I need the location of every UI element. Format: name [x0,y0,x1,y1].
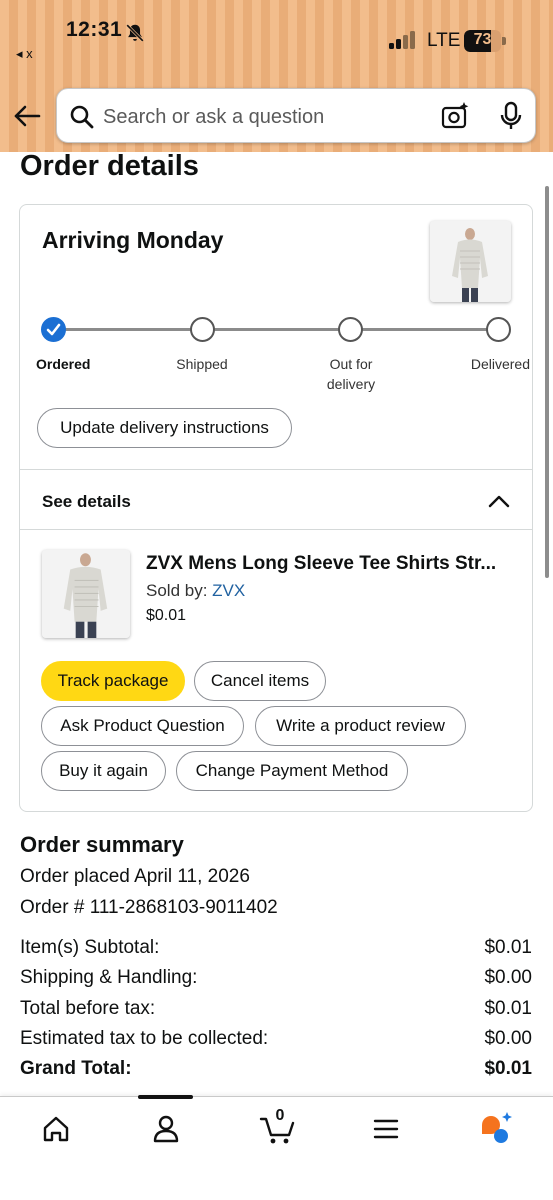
scrollbar[interactable] [545,186,549,578]
back-arrow-icon[interactable] [12,101,42,131]
step-shipped-dot [190,317,215,342]
grand-total-label: Grand Total: [20,1058,132,1079]
shirt-image [430,221,511,302]
total-before-tax-label: Total before tax: [20,998,156,1019]
item-thumbnail[interactable] [42,550,130,638]
estimated-tax-label: Estimated tax to be collected: [20,1028,269,1049]
delivery-progress: Ordered Shipped Out for delivery Deliver… [20,313,534,403]
track-package-button[interactable]: Track package [41,661,185,701]
app-header: 12:31 ◂ x LTE 73 [0,0,553,152]
microphone-icon[interactable] [498,101,524,131]
divider [20,469,532,470]
update-delivery-instructions-button[interactable]: Update delivery instructions [37,408,292,448]
step-out-for-delivery-label: Out for delivery [326,356,376,392]
seller-link[interactable]: ZVX [212,581,245,600]
grand-total-value: $0.01 [484,1058,532,1079]
step-ordered-label: Ordered [36,356,91,372]
total-before-tax-value: $0.01 [484,998,532,1019]
battery-icon: 73 [464,30,506,52]
cart-count: 0 [275,1107,285,1124]
battery-percent: 73 [473,31,492,48]
see-details-toggle[interactable]: See details [42,492,131,512]
buy-it-again-button[interactable]: Buy it again [41,751,166,791]
rufus-assistant-icon[interactable] [476,1109,516,1149]
signal-icon [389,31,415,49]
arriving-title: Arriving Monday [42,227,224,253]
back-to-app[interactable]: ◂ x [16,46,33,62]
shipping-label: Shipping & Handling: [20,967,198,988]
shirt-image [42,550,130,638]
order-number: Order # 111-2868103-9011402 [20,897,278,918]
search-input[interactable] [103,101,423,133]
sold-by: Sold by: ZVX [146,581,245,601]
change-payment-method-button[interactable]: Change Payment Method [176,751,408,791]
menu-icon[interactable] [366,1109,406,1149]
subtotal-value: $0.01 [484,937,532,958]
check-icon [46,323,61,336]
estimated-tax-value: $0.00 [484,1028,532,1049]
sold-by-label: Sold by: [146,581,213,600]
product-thumbnail[interactable] [430,221,511,302]
camera-search-icon[interactable] [440,101,470,131]
step-delivered-label: Delivered [470,356,530,372]
search-icon [70,105,94,129]
ask-product-question-button[interactable]: Ask Product Question [41,706,244,746]
network-label: LTE [427,30,461,51]
progress-track [54,328,500,331]
item-price: $0.01 [146,607,187,624]
step-shipped-label: Shipped [176,356,228,372]
bell-muted-icon [126,24,144,42]
order-summary-title: Order summary [20,832,184,857]
chevron-up-icon[interactable] [486,488,512,514]
search-bar[interactable] [56,88,536,143]
step-out-for-delivery-dot [338,317,363,342]
shipping-value: $0.00 [484,967,532,988]
step-ordered-dot [41,317,66,342]
status-time: 12:31 [66,18,123,41]
order-placed-date: Order placed April 11, 2026 [20,866,250,887]
order-card: Arriving Monday Ordered Shipped Out for … [19,204,533,812]
cancel-items-button[interactable]: Cancel items [194,661,326,701]
account-icon[interactable] [146,1109,186,1149]
page-title: Order details [20,150,199,182]
home-icon[interactable] [36,1109,76,1149]
bottom-nav: 0 [0,1095,553,1200]
subtotal-label: Item(s) Subtotal: [20,937,160,958]
active-tab-indicator [138,1095,193,1099]
step-delivered-dot [486,317,511,342]
item-title[interactable]: ZVX Mens Long Sleeve Tee Shirts Str... [146,553,516,575]
write-review-button[interactable]: Write a product review [255,706,466,746]
divider [20,529,532,530]
